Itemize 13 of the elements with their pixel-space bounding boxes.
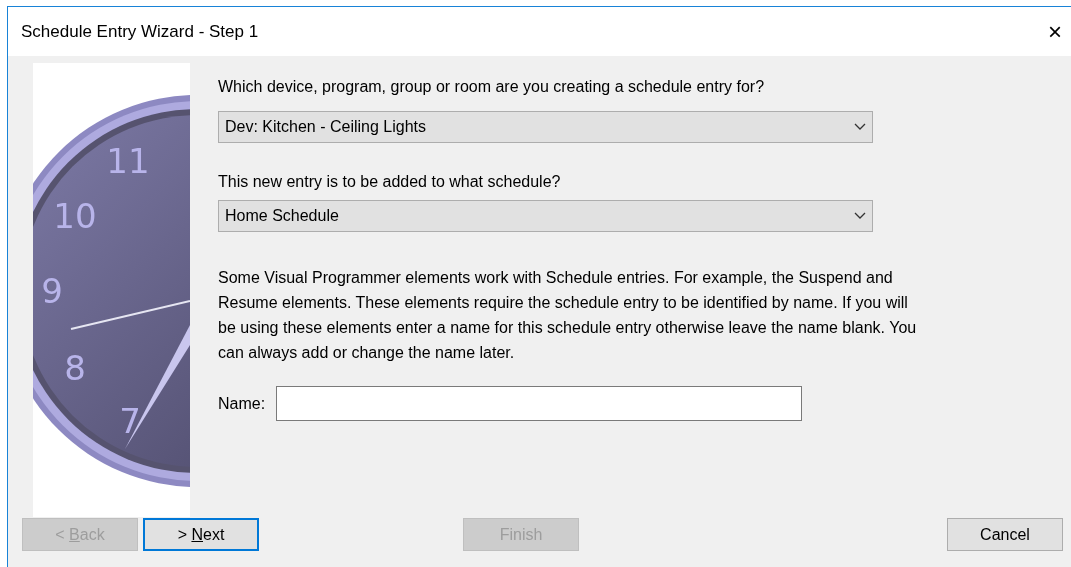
schedule-label: This new entry is to be added to what schedule? <box>218 172 562 192</box>
name-input-field[interactable] <box>276 386 803 421</box>
window-title: Schedule Entry Wizard - Step 1 <box>21 20 259 43</box>
name-label: Name: <box>218 393 266 414</box>
description-text: Some Visual Programmer elements work with Schedule entries. For example, the Suspend and Resume elements. These elements require the schedule entry to be identified by name. If you will be using these elements enter a name for this schedule entry otherwise leave the name blank. You can always add or change the name later. <box>218 268 917 363</box>
close-button[interactable]: × <box>1045 19 1065 44</box>
dropdown[interactable]: Dev: Kitchen - Ceiling Lights <box>218 111 873 143</box>
device-label: Which device, program, group or room are you creating a schedule entry for? <box>218 77 766 97</box>
chevron-down-icon <box>854 123 866 131</box>
wizard-button[interactable]: Cancel <box>947 518 1063 551</box>
chevron-down-icon <box>854 212 866 220</box>
dropdown[interactable]: Home Schedule <box>218 200 873 232</box>
wizard-button[interactable]: > Next <box>143 518 259 551</box>
